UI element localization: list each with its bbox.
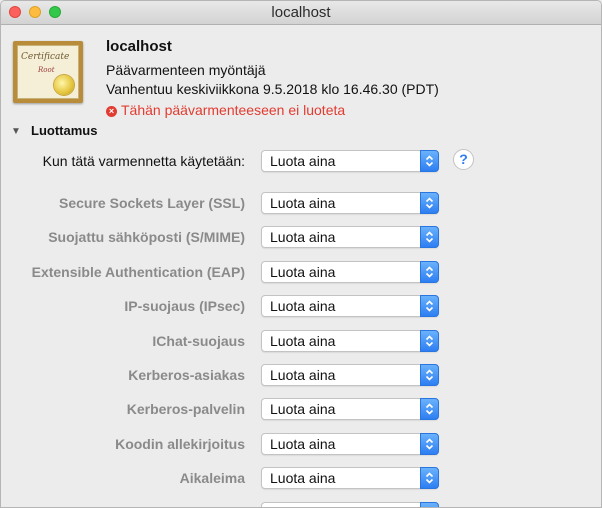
- trust-row-popup-value: Luota aina: [270, 195, 336, 211]
- popup-chevron-icon: [420, 433, 439, 455]
- window-title: localhost: [271, 4, 331, 21]
- trust-row-popup[interactable]: Luota aina: [261, 192, 439, 214]
- popup-chevron-icon: [420, 330, 439, 352]
- popup-chevron-icon: [420, 467, 439, 489]
- popup-chevron-icon: [420, 364, 439, 386]
- trust-warning: × Tähän päävarmenteeseen ei luoteta: [106, 102, 345, 118]
- trust-row-label: Suojattu sähköposti (S/MIME): [48, 229, 245, 245]
- popup-chevron-icon: [420, 398, 439, 420]
- trust-row-popup-value: Luota aina: [270, 229, 336, 245]
- trust-row-popup-value: Luota aina: [270, 436, 336, 452]
- trust-row-label: Kerberos-asiakas: [128, 367, 245, 383]
- when-using-popup-value: Luota aina: [270, 153, 336, 169]
- popup-chevron-icon: [420, 502, 439, 507]
- certificate-icon-subtext: Root: [38, 66, 55, 74]
- trust-row-popup-value: Luota aina: [270, 264, 336, 280]
- certificate-icon-text: Certificate: [21, 52, 70, 62]
- trust-row-popup[interactable]: Luota aina: [261, 330, 439, 352]
- trust-row-label: Secure Sockets Layer (SSL): [59, 195, 245, 211]
- trust-section-title[interactable]: Luottamus: [31, 123, 97, 138]
- trust-row-popup-value: Luota aina: [270, 333, 336, 349]
- certificate-type: Päävarmenteen myöntäjä: [106, 62, 266, 78]
- when-using-label: Kun tätä varmennetta käytetään:: [42, 153, 245, 169]
- certificate-name: localhost: [106, 38, 172, 55]
- popup-chevron-icon: [420, 150, 439, 172]
- help-button[interactable]: ?: [453, 149, 474, 170]
- popup-chevron-icon: [420, 295, 439, 317]
- error-icon: ×: [106, 106, 117, 117]
- trust-row-popup[interactable]: [261, 502, 439, 507]
- trust-row-label: Extensible Authentication (EAP): [31, 264, 245, 280]
- popup-chevron-icon: [420, 192, 439, 214]
- disclosure-triangle-icon[interactable]: ▼: [11, 126, 21, 137]
- trust-row-popup[interactable]: Luota aina: [261, 433, 439, 455]
- trust-row-label: Kerberos-palvelin: [126, 401, 245, 417]
- trust-row-label: IP-suojaus (IPsec): [124, 298, 245, 314]
- trust-row-popup-value: Luota aina: [270, 367, 336, 383]
- title-bar: localhost: [1, 1, 601, 25]
- trust-row-label: Aikaleima: [179, 470, 245, 486]
- trust-warning-text: Tähän päävarmenteeseen ei luoteta: [121, 102, 346, 118]
- trust-row-label: IChat-suojaus: [152, 333, 245, 349]
- certificate-window: localhost Certificate Root localhost Pää…: [0, 0, 602, 508]
- popup-chevron-icon: [420, 261, 439, 283]
- when-using-popup[interactable]: Luota aina: [261, 150, 439, 172]
- trust-row-popup-value: Luota aina: [270, 470, 336, 486]
- trust-row-popup[interactable]: Luota aina: [261, 226, 439, 248]
- trust-row-label: Koodin allekirjoitus: [115, 436, 245, 452]
- certificate-expiry: Vanhentuu keskiviikkona 9.5.2018 klo 16.…: [106, 81, 439, 97]
- trust-row-popup[interactable]: Luota aina: [261, 364, 439, 386]
- trust-row-popup[interactable]: Luota aina: [261, 261, 439, 283]
- trust-row-popup-value: Luota aina: [270, 401, 336, 417]
- trust-row-popup[interactable]: Luota aina: [261, 467, 439, 489]
- popup-chevron-icon: [420, 226, 439, 248]
- seal-icon: [54, 75, 74, 95]
- trust-row-popup[interactable]: Luota aina: [261, 295, 439, 317]
- certificate-icon: Certificate Root: [13, 41, 83, 103]
- trust-row-popup-value: Luota aina: [270, 298, 336, 314]
- trust-row-popup[interactable]: Luota aina: [261, 398, 439, 420]
